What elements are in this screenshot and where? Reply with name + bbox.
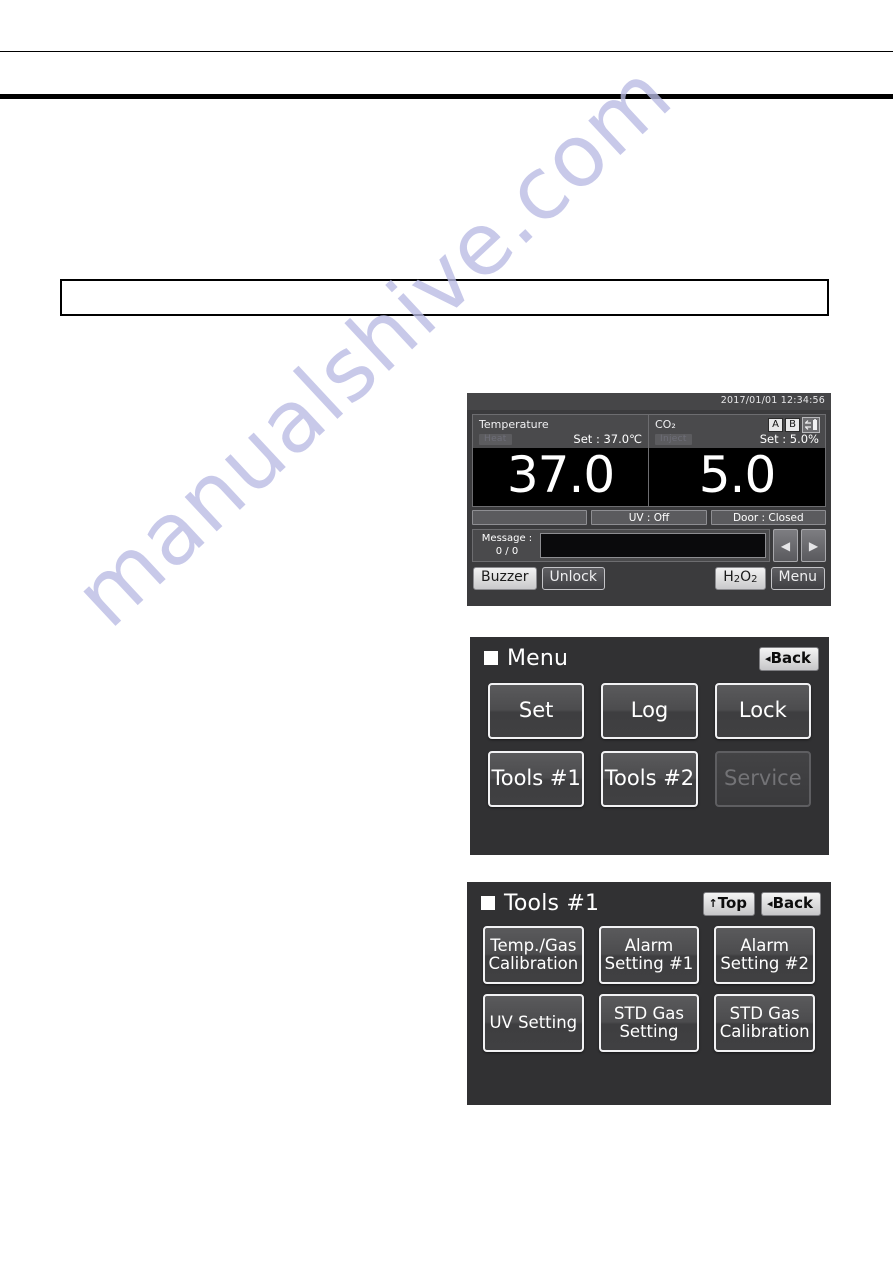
co2-readout: CO₂ A B Inject Set : 5.0% [649,415,825,448]
tools1-button-std-gas-calibration[interactable]: STD Gas Calibration [714,994,815,1052]
tools1-button-temp-gas-calibration[interactable]: Temp./Gas Calibration [483,926,584,984]
message-box: Message : 0 / 0 [472,529,770,562]
up-arrow-icon: ↑ [708,897,718,910]
note-box [60,279,829,316]
line-2: Calibration [488,954,579,973]
screen-marker-icon [484,651,498,665]
buzzer-button[interactable]: Buzzer [473,567,537,590]
menu-button-tools1[interactable]: Tools #1 [488,751,585,807]
co2-setpoint: Set : 5.0% [759,432,819,446]
tools1-top-button[interactable]: ↑Top [702,892,756,916]
main-titlebar: 2017/01/01 12:34:56 [467,393,831,410]
tools1-button-uv-setting[interactable]: UV Setting [483,994,584,1052]
menu-header-buttons: ◂Back [759,647,819,671]
line-1: UV Setting [489,1012,578,1032]
line-2: Calibration [719,1022,810,1041]
temperature-setpoint: Set : 37.0℃ [573,432,642,446]
tools1-button-std-gas-setting[interactable]: STD Gas Setting [598,994,700,1052]
line-2: Setting #1 [604,954,694,973]
tools1-btn-text: STD Gas Calibration [719,1003,810,1041]
menu-button-tools2[interactable]: Tools #2 [601,751,698,807]
message-prev-button[interactable]: ◀ [773,529,798,562]
message-label: Message : [481,533,533,544]
message-count: 0 / 0 [495,545,519,557]
unlock-button[interactable]: Unlock [541,567,605,590]
tools1-back-button[interactable]: ◂Back [761,892,821,916]
status-cell-blank [472,510,588,525]
message-row: Message : 0 / 0 ◀ ▶ [472,529,826,562]
message-label-group: Message : 0 / 0 [476,533,538,558]
gas-cylinder-icon[interactable] [802,417,820,433]
status-cell-uv: UV : Off [591,510,707,525]
menu-button-service: Service [714,751,811,807]
menu-button-grid: Set Log Lock Tools #1 Tools #2 Service [470,679,829,823]
tools1-screen: Tools #1 ↑Top ◂Back Temp./Gas Calibration… [467,882,831,1105]
temperature-readout: Temperature Heat Set : 37.0℃ [473,415,649,448]
clock-display: 2017/01/01 12:34:56 [720,395,825,406]
tools1-btn-text: Alarm Setting #1 [604,935,694,973]
gas-bottle-selector[interactable]: A B [768,417,820,433]
status-cell-door: Door : Closed [710,510,826,525]
tools1-btn-text: STD Gas Setting [613,1003,684,1041]
bottle-b-indicator[interactable]: B [785,418,800,432]
header-rule-thin [0,51,893,52]
tools1-btn-text: Alarm Setting #2 [720,935,809,973]
menu-button-log[interactable]: Log [601,683,698,739]
temperature-label: Temperature [479,418,549,431]
inject-indicator: Inject [655,433,692,445]
tools1-button-grid: Temp./Gas Calibration Alarm Setting #1 Ala… [467,924,831,1066]
line-1: STD Gas [613,1003,684,1023]
tools1-title: Tools #1 [504,890,600,916]
tools1-top-label: Top [717,894,748,912]
readout-area: Temperature Heat Set : 37.0℃ CO₂ A B Inj… [472,414,826,507]
header-rule-thick [0,94,893,99]
main-status-screen: 2017/01/01 12:34:56 Temperature Heat Set… [467,393,831,606]
main-button-bar: Buzzer Unlock H2O2 Menu [473,567,825,590]
h2o2-o: O [740,569,752,585]
tools1-back-label: Back [772,894,813,912]
menu-button-lock[interactable]: Lock [714,683,811,739]
message-next-button[interactable]: ▶ [801,529,826,562]
temperature-value: 37.0 [473,448,649,506]
line-1: STD Gas [729,1003,800,1023]
h2o2-button[interactable]: H2O2 [715,567,766,590]
tools1-btn-text: Temp./Gas Calibration [488,935,579,973]
co2-value: 5.0 [649,448,825,506]
menu-back-button[interactable]: ◂Back [759,647,819,671]
tools1-button-alarm-setting-2[interactable]: Alarm Setting #2 [714,926,815,984]
h2o2-h: H [723,569,734,585]
tools1-header-buttons: ↑Top ◂Back [702,892,821,916]
message-text-field [540,533,766,558]
line-1: Alarm [740,935,789,955]
line-2: Setting [619,1022,679,1041]
menu-button-set[interactable]: Set [488,683,585,739]
line-2: Setting #2 [720,954,809,973]
tools1-btn-text: UV Setting [489,1012,578,1032]
heat-indicator: Heat [479,433,512,445]
menu-header: Menu ◂Back [470,637,829,679]
tools1-button-alarm-setting-1[interactable]: Alarm Setting #1 [598,926,700,984]
bottle-a-indicator[interactable]: A [768,418,783,432]
menu-screen: Menu ◂Back Set Log Lock Tools #1 Tools #… [470,637,829,855]
screen-marker-icon [481,896,495,910]
menu-button[interactable]: Menu [770,567,825,590]
menu-title: Menu [507,645,569,671]
line-1: Alarm [624,935,674,955]
status-row: UV : Off Door : Closed [472,510,826,525]
h2o2-sub-2: 2 [751,574,758,585]
tools1-header: Tools #1 ↑Top ◂Back [467,882,831,924]
menu-back-label: Back [770,649,811,667]
line-1: Temp./Gas [490,935,577,955]
